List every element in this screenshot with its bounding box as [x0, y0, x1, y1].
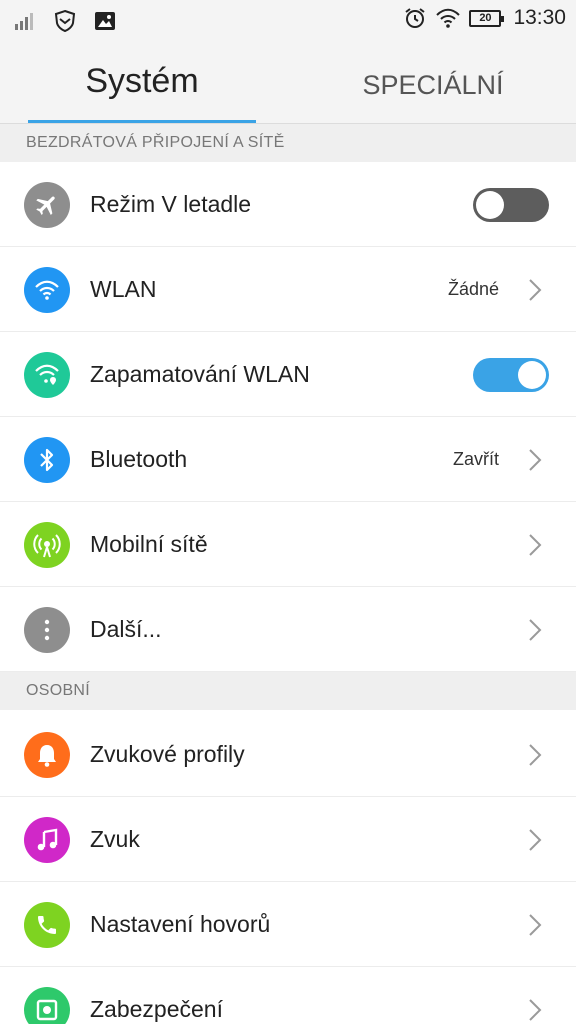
row-label: Zvuk	[90, 826, 140, 852]
chevron-right-icon	[529, 744, 542, 766]
status-right-icons: 20 13:30	[403, 6, 566, 30]
toggle-knob	[476, 191, 504, 219]
airplane-icon	[24, 182, 70, 228]
chevron-right-icon	[529, 279, 542, 301]
remember-wlan-toggle[interactable]	[473, 358, 549, 392]
section-header-personal: OSOBNÍ	[0, 672, 576, 710]
status-time: 13:30	[513, 6, 566, 29]
signal-icon	[15, 13, 33, 30]
music-icon	[24, 817, 70, 863]
tab-system[interactable]: Systém	[28, 42, 256, 124]
toggle-knob	[518, 361, 546, 389]
row-label: Zvukové profily	[90, 741, 245, 767]
tab-bar: Systém SPECIÁLNÍ	[0, 42, 576, 124]
more-icon	[24, 607, 70, 653]
image-icon	[95, 12, 115, 30]
row-airplane-mode[interactable]: Režim V letadle	[0, 162, 576, 247]
row-wlan[interactable]: WLAN Žádné	[0, 247, 576, 332]
tab-special[interactable]: SPECIÁLNÍ	[320, 42, 546, 124]
row-security[interactable]: Zabezpečení	[0, 967, 576, 1024]
row-label: Bluetooth	[90, 446, 188, 472]
row-label: WLAN	[90, 276, 157, 302]
section-header-wireless: BEZDRÁTOVÁ PŘIPOJENÍ A SÍTĚ	[0, 124, 576, 162]
chevron-right-icon	[529, 999, 542, 1021]
row-label: Zabezpečení	[90, 996, 223, 1022]
wifi-icon	[436, 8, 461, 28]
chevron-right-icon	[529, 829, 542, 851]
bluetooth-icon	[24, 437, 70, 483]
chevron-right-icon	[529, 534, 542, 556]
row-sound[interactable]: Zvuk	[0, 797, 576, 882]
shield-icon	[54, 9, 76, 33]
status-left-icons	[14, 9, 116, 33]
security-icon	[24, 987, 70, 1024]
row-label: Další...	[90, 616, 162, 642]
row-label: Nastavení hovorů	[90, 911, 271, 937]
row-mobile-networks[interactable]: Mobilní sítě	[0, 502, 576, 587]
row-remember-wlan[interactable]: Zapamatování WLAN	[0, 332, 576, 417]
row-label: Mobilní sítě	[90, 531, 208, 557]
bell-icon	[24, 732, 70, 778]
phone-icon	[24, 902, 70, 948]
antenna-icon	[24, 522, 70, 568]
airplane-mode-toggle[interactable]	[473, 188, 549, 222]
chevron-right-icon	[529, 619, 542, 641]
row-bluetooth[interactable]: Bluetooth Zavřít	[0, 417, 576, 502]
wifi-location-icon	[24, 352, 70, 398]
chevron-right-icon	[529, 449, 542, 471]
alarm-icon	[405, 8, 426, 28]
status-bar: 20 13:30	[0, 0, 576, 42]
active-tab-indicator	[28, 120, 256, 123]
wlan-status-value: Žádné	[447, 279, 499, 299]
row-more[interactable]: Další...	[0, 587, 576, 672]
chevron-right-icon	[529, 914, 542, 936]
wifi-icon	[24, 267, 70, 313]
battery-icon: 20	[469, 9, 505, 27]
row-sound-profiles[interactable]: Zvukové profily	[0, 712, 576, 797]
row-label: Režim V letadle	[90, 191, 252, 217]
row-call-settings[interactable]: Nastavení hovorů	[0, 882, 576, 967]
row-label: Zapamatování WLAN	[90, 361, 310, 387]
bluetooth-status-value: Zavřít	[452, 449, 499, 469]
